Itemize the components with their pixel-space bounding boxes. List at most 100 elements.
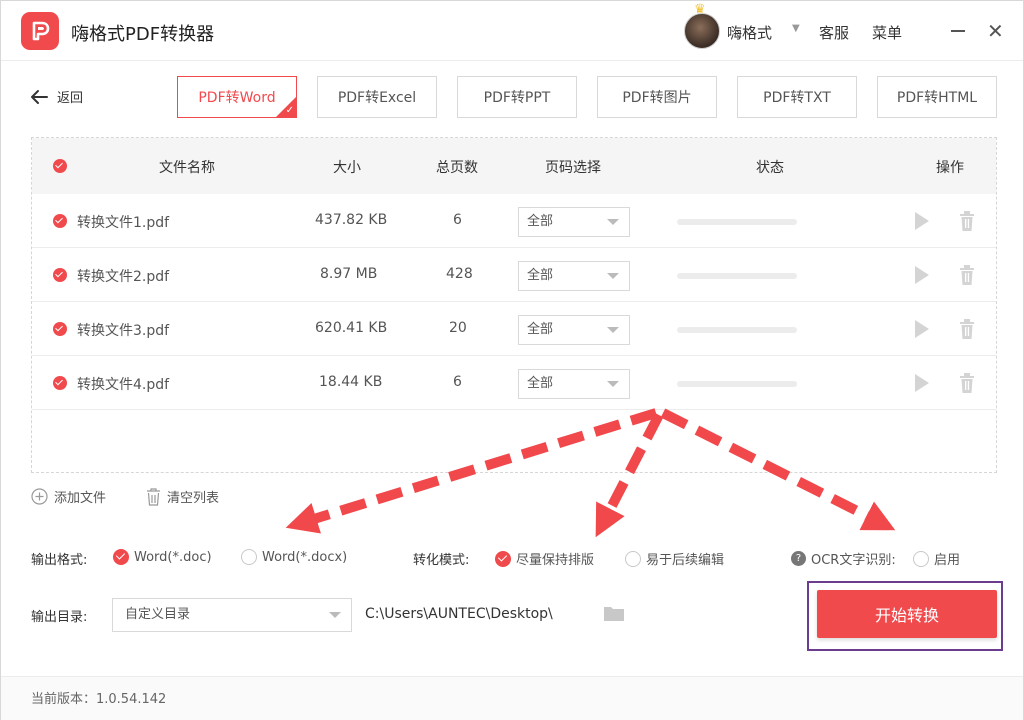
mode-editable-radio[interactable]: 易于后续编辑 <box>625 549 724 568</box>
status-progress-bar <box>677 327 797 333</box>
plus-circle-icon <box>31 488 48 505</box>
output-dir-label: 输出目录: <box>31 610 88 625</box>
folder-icon[interactable] <box>604 605 624 621</box>
trash-icon[interactable] <box>959 265 975 285</box>
row-checkbox[interactable] <box>53 268 67 282</box>
tab-pdf-to-excel[interactable]: PDF转Excel <box>317 76 437 118</box>
mode-keep-layout-radio[interactable]: 尽量保持排版 <box>495 549 594 568</box>
file-size: 620.41 KB <box>315 320 388 336</box>
file-name: 转换文件2.pdf <box>77 269 170 285</box>
header-status: 状态 <box>756 160 784 176</box>
header-size: 大小 <box>333 160 361 176</box>
file-name: 转换文件1.pdf <box>77 215 170 231</box>
ocr-label: OCR文字识别: <box>811 553 896 568</box>
header-file-name: 文件名称 <box>159 160 215 176</box>
row-checkbox[interactable] <box>53 214 67 228</box>
customer-service-link[interactable]: 客服 <box>819 22 849 43</box>
page-range-select[interactable]: 全部 <box>518 315 630 345</box>
radio-unchecked-icon <box>241 549 257 565</box>
table-row: 转换文件3.pdf 620.41 KB 20 全部 <box>32 302 996 356</box>
back-button[interactable]: 返回 <box>29 87 83 106</box>
tab-pdf-to-word[interactable]: PDF转Word ✓ <box>177 76 297 118</box>
page-range-value: 全部 <box>527 322 554 337</box>
file-pages: 428 <box>446 266 473 282</box>
page-range-select[interactable]: 全部 <box>518 369 630 399</box>
tab-pdf-to-txt[interactable]: PDF转TXT <box>737 76 857 118</box>
file-pages: 6 <box>453 212 462 228</box>
format-doc-radio[interactable]: Word(*.doc) <box>113 549 212 565</box>
minimize-icon[interactable] <box>949 19 967 41</box>
clear-list-button[interactable]: 清空列表 <box>146 487 219 506</box>
file-name: 转换文件4.pdf <box>77 377 170 393</box>
file-table: 文件名称 大小 总页数 页码选择 状态 操作 转换文件1.pdf 437.82 … <box>31 137 997 473</box>
play-icon[interactable] <box>915 374 929 392</box>
play-icon[interactable] <box>915 266 929 284</box>
file-pages: 6 <box>453 374 462 390</box>
status-progress-bar <box>677 273 797 279</box>
page-range-value: 全部 <box>527 268 554 283</box>
header-pages: 总页数 <box>436 160 478 176</box>
username-label[interactable]: 嗨格式 <box>727 22 772 43</box>
tab-pdf-to-image[interactable]: PDF转图片 <box>597 76 717 118</box>
ocr-enable-label: 启用 <box>934 553 961 568</box>
tab-label: PDF转Word <box>198 90 276 106</box>
format-docx-label: Word(*.docx) <box>262 549 348 565</box>
arrow-left-icon <box>31 89 48 104</box>
trash-icon <box>147 487 160 506</box>
close-icon[interactable]: ✕ <box>987 21 1004 41</box>
start-convert-button[interactable]: 开始转换 <box>817 590 997 638</box>
row-checkbox[interactable] <box>53 322 67 336</box>
file-size: 18.44 KB <box>319 374 383 390</box>
page-range-value: 全部 <box>527 214 554 229</box>
header-actions: 操作 <box>936 160 964 176</box>
app-window: 嗨格式PDF转换器 ♛ 嗨格式 ▼ 客服 菜单 ✕ 返回 PDF转Word ✓ … <box>0 0 1024 720</box>
status-progress-bar <box>677 219 797 225</box>
conversion-mode-label: 转化模式: <box>413 553 470 568</box>
file-pages: 20 <box>449 320 467 336</box>
tab-pdf-to-ppt[interactable]: PDF转PPT <box>457 76 577 118</box>
chevron-down-icon <box>607 219 619 225</box>
trash-icon[interactable] <box>959 373 975 393</box>
trash-icon[interactable] <box>959 211 975 231</box>
ocr-enable-radio[interactable]: 启用 <box>913 549 960 568</box>
table-header: 文件名称 大小 总页数 页码选择 状态 操作 <box>32 138 996 194</box>
app-logo-icon <box>21 12 59 50</box>
output-dir-select[interactable]: 自定义目录 <box>112 598 352 632</box>
chevron-down-icon[interactable]: ▼ <box>792 23 800 34</box>
check-icon: ✓ <box>285 105 294 116</box>
tab-label: PDF转Excel <box>337 90 417 106</box>
table-row: 转换文件2.pdf 8.97 MB 428 全部 <box>32 248 996 302</box>
version-label: 当前版本：1.0.54.142 <box>31 692 167 707</box>
format-doc-label: Word(*.doc) <box>134 549 212 565</box>
file-size: 437.82 KB <box>315 212 388 228</box>
file-name: 转换文件3.pdf <box>77 323 170 339</box>
tab-label: PDF转TXT <box>763 90 831 106</box>
ocr-option: ? OCR文字识别: <box>791 549 896 568</box>
tab-label: PDF转图片 <box>622 90 692 106</box>
help-icon[interactable]: ? <box>791 551 806 566</box>
chevron-down-icon <box>607 381 619 387</box>
crown-icon: ♛ <box>694 2 706 17</box>
radio-checked-icon <box>113 549 129 565</box>
trash-icon[interactable] <box>959 319 975 339</box>
format-docx-radio[interactable]: Word(*.docx) <box>241 549 347 565</box>
table-row: 转换文件4.pdf 18.44 KB 6 全部 <box>32 356 996 410</box>
radio-unchecked-icon <box>913 550 929 567</box>
page-range-select[interactable]: 全部 <box>518 207 630 237</box>
file-size: 8.97 MB <box>320 266 378 282</box>
output-format-label: 输出格式: <box>31 553 88 568</box>
output-dir-value: 自定义目录 <box>125 607 191 622</box>
app-title: 嗨格式PDF转换器 <box>71 24 215 45</box>
select-all-checkbox[interactable] <box>53 159 67 173</box>
play-icon[interactable] <box>915 320 929 338</box>
chevron-down-icon <box>607 273 619 279</box>
add-file-label: 添加文件 <box>54 491 107 506</box>
play-icon[interactable] <box>915 212 929 230</box>
menu-link[interactable]: 菜单 <box>872 22 902 43</box>
tab-pdf-to-html[interactable]: PDF转HTML <box>877 76 997 118</box>
add-file-button[interactable]: 添加文件 <box>31 487 106 506</box>
row-checkbox[interactable] <box>53 376 67 390</box>
page-range-select[interactable]: 全部 <box>518 261 630 291</box>
user-avatar[interactable] <box>684 13 720 49</box>
tab-label: PDF转PPT <box>483 90 551 106</box>
